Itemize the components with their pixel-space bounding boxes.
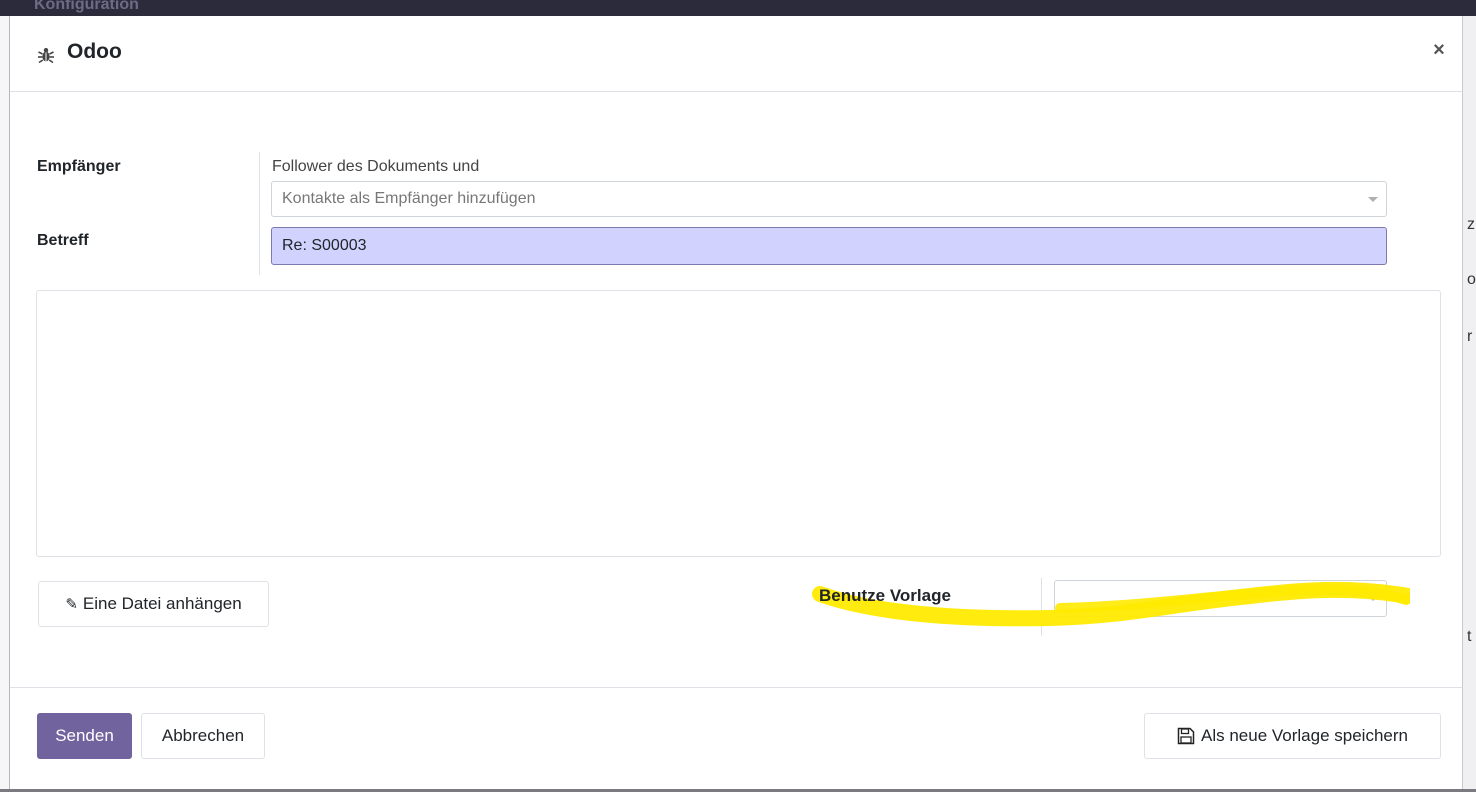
field-separator (259, 152, 260, 275)
cancel-button[interactable]: Abbrechen (141, 713, 265, 759)
attach-file-button[interactable]: ✎ Eine Datei anhängen (38, 581, 269, 627)
recipients-placeholder: Kontakte als Empfänger hinzufügen (282, 190, 536, 207)
compose-email-dialog: Odoo × Empfänger Follower des Dokuments … (10, 16, 1462, 789)
background-char: r (1467, 328, 1473, 345)
message-body-editor[interactable] (36, 290, 1441, 557)
subject-input[interactable] (271, 227, 1387, 265)
highlighter-annotation (812, 581, 1410, 627)
background-char: z (1467, 216, 1475, 233)
save-as-template-label: Als neue Vorlage speichern (1201, 726, 1408, 745)
bug-icon (38, 48, 54, 64)
background-navbar: Konfiguration (0, 0, 1476, 16)
dialog-title: Odoo (67, 40, 122, 63)
subject-label: Betreff (37, 232, 89, 249)
recipients-followers-text: Follower des Dokuments und (272, 158, 480, 175)
attach-file-label: Eine Datei anhängen (82, 594, 242, 613)
save-as-template-button[interactable]: Als neue Vorlage speichern (1144, 713, 1441, 759)
close-icon[interactable]: × (1428, 38, 1450, 62)
background-right-strip: z o r t (1462, 16, 1476, 792)
dialog-header: Odoo × (10, 16, 1462, 92)
paperclip-icon: ✎ (65, 596, 78, 613)
recipients-select[interactable]: Kontakte als Empfänger hinzufügen (271, 181, 1387, 217)
template-label: Benutze Vorlage (819, 586, 951, 605)
floppy-disk-icon (1177, 727, 1195, 745)
send-button[interactable]: Senden (37, 713, 132, 759)
chevron-down-icon (1368, 197, 1378, 202)
background-char: t (1467, 628, 1472, 645)
background-char: o (1467, 271, 1476, 288)
background-left-strip (0, 16, 10, 792)
recipients-label: Empfänger (37, 158, 121, 175)
dialog-footer: Senden Abbrechen Als neue Vorlage speich… (10, 687, 1462, 789)
background-menu-text: Konfiguration (34, 0, 139, 13)
